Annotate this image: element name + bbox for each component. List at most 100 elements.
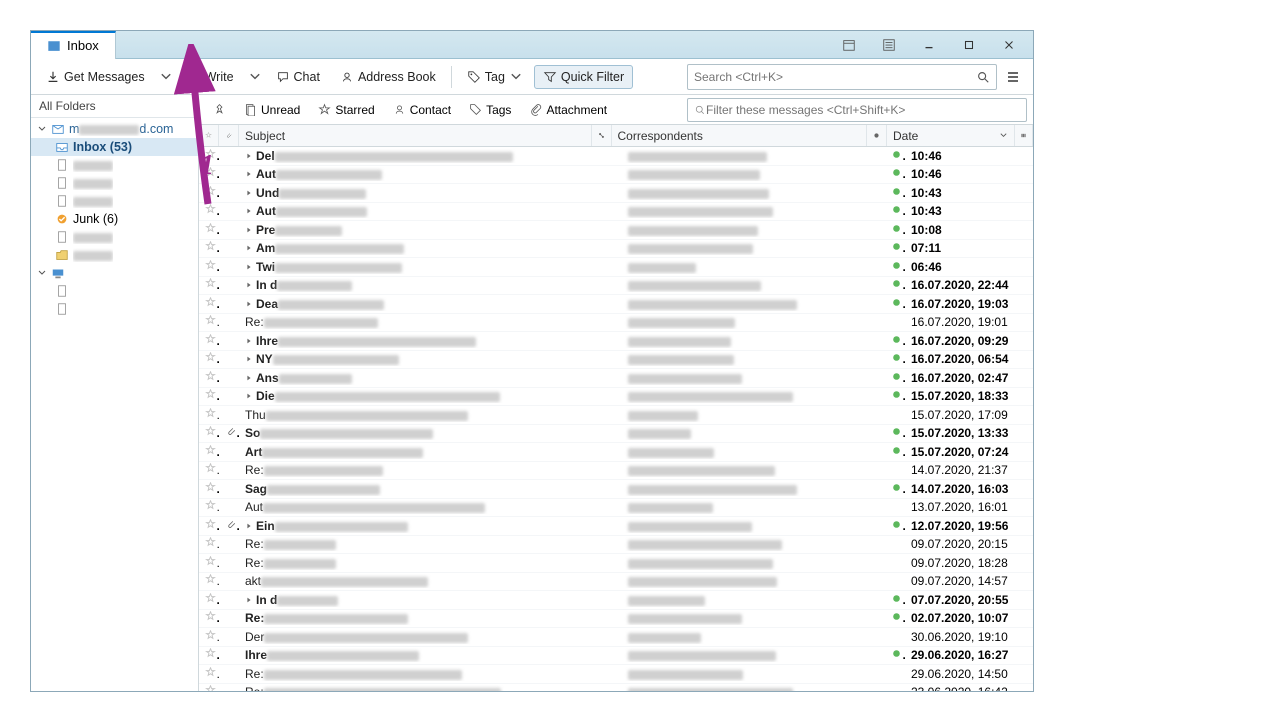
star-icon [205, 500, 216, 511]
unread-dot-icon [891, 278, 902, 289]
star-icon [205, 278, 216, 289]
message-row[interactable]: akt09.07.2020, 14:57 [199, 573, 1033, 592]
col-star[interactable] [199, 125, 219, 146]
col-attachment[interactable] [219, 125, 239, 146]
maximize-button[interactable] [951, 35, 987, 55]
star-icon [205, 260, 216, 271]
message-row[interactable]: Del10:46 [199, 147, 1033, 166]
folder-item[interactable] [31, 156, 198, 174]
app-window: Inbox Get Messages Write Chat Address Bo… [30, 30, 1034, 692]
col-date[interactable]: Date [887, 125, 1015, 146]
write-dropdown[interactable] [245, 65, 265, 89]
chat-button[interactable]: Chat [267, 65, 329, 89]
keep-filters-button[interactable] [205, 99, 234, 120]
thread-caret-icon [245, 337, 253, 345]
message-row[interactable]: Und10:43 [199, 184, 1033, 203]
message-row[interactable]: Sag14.07.2020, 16:03 [199, 480, 1033, 499]
message-row[interactable]: Re:16.07.2020, 19:01 [199, 314, 1033, 333]
col-config[interactable] [1015, 125, 1033, 146]
filter-unread[interactable]: Unread [236, 99, 308, 121]
message-row[interactable]: Ein12.07.2020, 19:56 [199, 517, 1033, 536]
filter-attachment[interactable]: Attachment [521, 99, 615, 121]
col-subject[interactable]: Subject [239, 125, 592, 146]
write-button[interactable]: Write [178, 65, 243, 89]
star-icon [205, 445, 216, 456]
minimize-button[interactable] [911, 35, 947, 55]
message-row[interactable]: Re:23.06.2020, 16:42 [199, 684, 1033, 692]
folder-item[interactable] [31, 246, 198, 264]
get-messages-button[interactable]: Get Messages [37, 65, 154, 89]
message-row[interactable]: Ihre29.06.2020, 16:27 [199, 647, 1033, 666]
thread-caret-icon [245, 281, 253, 289]
message-row[interactable]: Der30.06.2020, 19:10 [199, 628, 1033, 647]
message-row[interactable]: Twi06:46 [199, 258, 1033, 277]
folder-item[interactable] [31, 174, 198, 192]
global-search[interactable] [687, 64, 997, 90]
message-row[interactable]: Am07:11 [199, 240, 1033, 259]
message-row[interactable]: Pre10:08 [199, 221, 1033, 240]
message-list[interactable]: Del10:46Aut10:46Und10:43Aut10:43Pre10:08… [199, 147, 1033, 691]
tag-icon [467, 70, 481, 84]
folder-item[interactable] [31, 228, 198, 246]
attachment-icon [529, 103, 542, 116]
message-row[interactable]: Art15.07.2020, 07:24 [199, 443, 1033, 462]
quick-filter-button[interactable]: Quick Filter [534, 65, 633, 89]
get-messages-dropdown[interactable] [156, 65, 176, 89]
message-row[interactable]: Ans16.07.2020, 02:47 [199, 369, 1033, 388]
message-row[interactable]: In d07.07.2020, 20:55 [199, 591, 1033, 610]
message-filter-search[interactable] [687, 98, 1027, 122]
message-row[interactable]: Re:02.07.2020, 10:07 [199, 610, 1033, 629]
search-input[interactable] [694, 70, 976, 84]
close-button[interactable] [991, 35, 1027, 55]
message-row[interactable]: Ihre16.07.2020, 09:29 [199, 332, 1033, 351]
message-row[interactable]: Dea16.07.2020, 19:03 [199, 295, 1033, 314]
message-row[interactable]: Aut13.07.2020, 16:01 [199, 499, 1033, 518]
folder-icon [55, 248, 69, 262]
message-pane: Unread Starred Contact Tags Attachment S… [199, 95, 1033, 691]
folder-item[interactable] [31, 300, 198, 318]
calendar-button[interactable] [831, 35, 867, 55]
filter-contact[interactable]: Contact [385, 99, 459, 121]
message-row[interactable]: Aut10:43 [199, 203, 1033, 222]
col-correspondents[interactable]: Correspondents [612, 125, 868, 146]
message-row[interactable]: In d16.07.2020, 22:44 [199, 277, 1033, 296]
folder-item[interactable]: Junk (6) [31, 210, 198, 228]
message-row[interactable]: Die15.07.2020, 18:33 [199, 388, 1033, 407]
annotation-number: 1 [200, 150, 214, 182]
message-row[interactable]: NY16.07.2020, 06:54 [199, 351, 1033, 370]
filter-icon [543, 70, 557, 84]
app-menu-button[interactable] [999, 63, 1027, 91]
file-icon [55, 230, 69, 244]
folder-item[interactable] [31, 282, 198, 300]
col-read[interactable] [867, 125, 887, 146]
thread-caret-icon [245, 170, 253, 178]
star-icon [205, 611, 216, 622]
search-icon [694, 104, 706, 116]
local-folders-item[interactable] [31, 264, 198, 282]
address-book-button[interactable]: Address Book [331, 65, 445, 89]
attachment-icon [225, 130, 232, 141]
account-item[interactable]: md.com [31, 120, 198, 138]
message-row[interactable]: Thu15.07.2020, 17:09 [199, 406, 1033, 425]
folder-item[interactable]: Inbox (53) [31, 138, 198, 156]
filter-tags[interactable]: Tags [461, 99, 519, 121]
message-row[interactable]: Re:29.06.2020, 14:50 [199, 665, 1033, 684]
unread-dot-icon [891, 186, 902, 197]
tab-inbox[interactable]: Inbox [31, 31, 116, 59]
col-thread[interactable] [592, 125, 612, 146]
tag-button[interactable]: Tag [458, 65, 532, 89]
chevron-down-icon [509, 70, 523, 84]
message-row[interactable]: So15.07.2020, 13:33 [199, 425, 1033, 444]
address-book-icon [340, 70, 354, 84]
message-row[interactable]: Re:09.07.2020, 20:15 [199, 536, 1033, 555]
tasks-button[interactable] [871, 35, 907, 55]
folder-item[interactable] [31, 192, 198, 210]
thread-caret-icon [245, 207, 253, 215]
message-row[interactable]: Re:09.07.2020, 18:28 [199, 554, 1033, 573]
unread-dot-icon [891, 297, 902, 308]
message-row[interactable]: Aut10:46 [199, 166, 1033, 185]
star-icon [205, 630, 216, 641]
message-row[interactable]: Re:14.07.2020, 21:37 [199, 462, 1033, 481]
filter-input[interactable] [706, 103, 1020, 117]
filter-starred[interactable]: Starred [310, 99, 382, 121]
